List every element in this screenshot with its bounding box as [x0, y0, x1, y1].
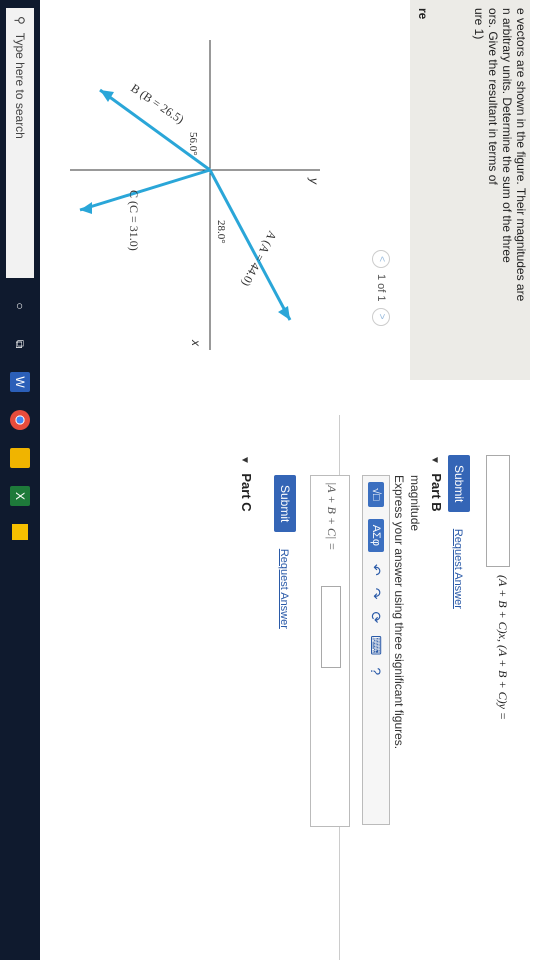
part-a-answer-input[interactable]: [486, 455, 510, 567]
task-view-icon[interactable]: ⧉: [10, 334, 30, 354]
part-b-actions: Submit Request Answer: [274, 475, 296, 629]
file-explorer-icon[interactable]: [10, 448, 30, 468]
figure-heading: re: [416, 8, 430, 20]
answer-column: (A + B + C)x, (A + B + C)y = Submit Requ…: [0, 415, 540, 960]
part-a-expression: (A + B + C)x, (A + B + C)y =: [496, 575, 510, 721]
symbols-button[interactable]: ΑΣφ: [368, 518, 384, 552]
x-axis-label: x: [189, 339, 203, 347]
part-b-answer-box: |A + B + C| =: [310, 475, 350, 827]
excel-app-icon[interactable]: X: [10, 486, 30, 506]
vector-a-arrow: [208, 169, 292, 321]
vector-c-arrow: [79, 168, 211, 212]
browser-page: e vectors are shown in the figure. Their…: [0, 0, 540, 960]
word-app-icon[interactable]: W: [10, 372, 30, 392]
redo-icon[interactable]: ↷: [368, 588, 385, 600]
undo-icon[interactable]: ↶: [368, 564, 385, 576]
angle-a-label: 28.0°: [215, 220, 227, 244]
vector-c-label: C (C = 31.0): [127, 190, 141, 251]
pager-text: 1 of 1: [375, 274, 387, 302]
taskbar: ⚲ Type here to search ○ ⧉ W X: [0, 0, 40, 960]
part-b-header[interactable]: ▼ Part B: [427, 455, 445, 512]
y-axis-label: y: [307, 177, 321, 185]
chrome-app-icon[interactable]: [10, 410, 30, 430]
help-icon[interactable]: ?: [368, 667, 384, 675]
vector-b-label: B (B = 26.5): [128, 81, 186, 127]
part-b-instruction: Express your answer using three signific…: [392, 475, 406, 750]
part-a-request-answer-link[interactable]: Request Answer: [452, 529, 464, 609]
part-c-title: Part C: [239, 473, 254, 512]
templates-button[interactable]: √□: [368, 482, 384, 507]
part-a-submit-button[interactable]: Submit: [448, 455, 470, 513]
part-b-submit-button[interactable]: Submit: [274, 475, 296, 533]
next-figure-button[interactable]: >: [372, 307, 390, 326]
figure-pager: < 1 of 1 >: [372, 250, 390, 326]
collapse-caret-icon: ▼: [429, 455, 440, 465]
math-toolbar: √□ ΑΣφ ↶ ↷ ⟳ ⌨ ?: [362, 475, 390, 825]
cortana-icon[interactable]: ○: [10, 296, 30, 316]
problem-banner: e vectors are shown in the figure. Their…: [410, 0, 530, 380]
screen-photo: e vectors are shown in the figure. Their…: [0, 0, 540, 960]
part-b-request-answer-link[interactable]: Request Answer: [278, 549, 290, 629]
sticky-app-icon[interactable]: [12, 524, 28, 540]
search-icon: ⚲: [13, 16, 27, 25]
search-placeholder: Type here to search: [13, 32, 27, 139]
part-b-title: Part B: [429, 473, 444, 512]
part-c-header[interactable]: ▼ Part C: [237, 455, 255, 512]
keyboard-icon[interactable]: ⌨: [368, 635, 385, 655]
part-b-subtitle: magnitude: [408, 475, 422, 532]
part-a-actions: Submit Request Answer: [448, 455, 470, 609]
prev-figure-button[interactable]: <: [372, 250, 390, 268]
problem-text: e vectors are shown in the figure. Their…: [472, 8, 528, 302]
reset-icon[interactable]: ⟳: [368, 611, 385, 623]
vector-figure: x y A (A = 44.0) B (B = 26.5) C (C = 31.…: [70, 40, 321, 350]
angle-b-label: 56.0°: [187, 132, 199, 156]
collapse-caret-icon: ▼: [239, 455, 250, 465]
part-b-answer-input[interactable]: [321, 586, 341, 668]
taskbar-search[interactable]: ⚲ Type here to search: [6, 8, 34, 278]
part-b-expression: |A + B + C| =: [325, 482, 339, 551]
